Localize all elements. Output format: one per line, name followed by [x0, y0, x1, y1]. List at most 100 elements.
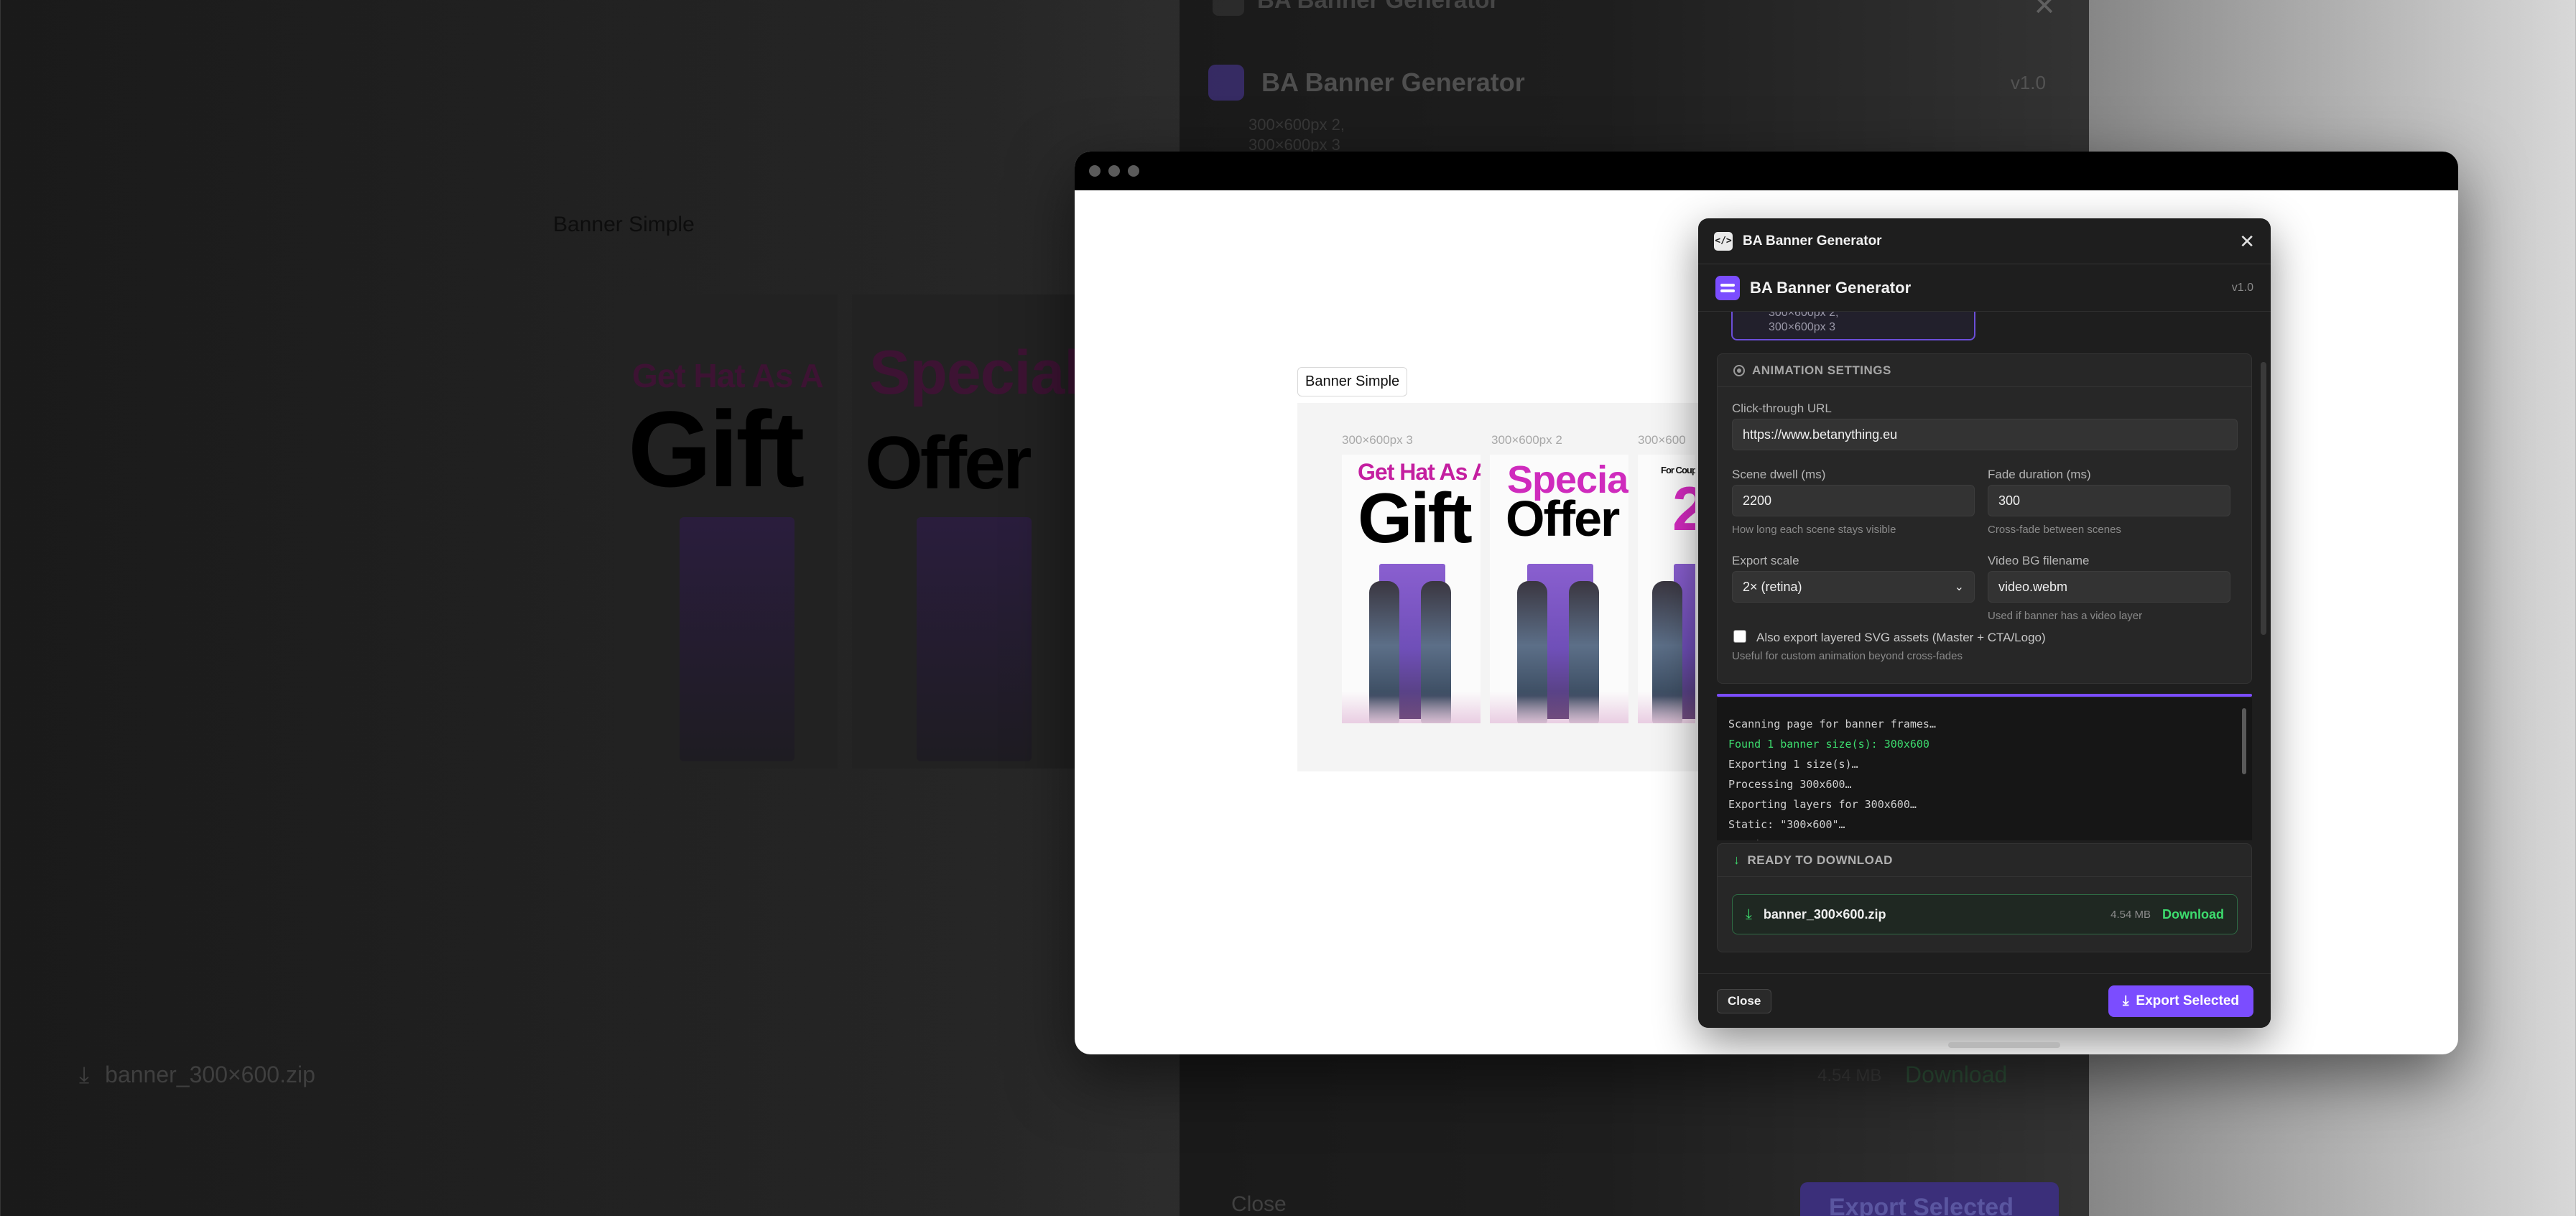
svg-assets-help: Useful for custom animation beyond cross…	[1732, 650, 1963, 662]
close-button[interactable]: Close	[1717, 988, 1772, 1013]
export-selected-button[interactable]: ⤓ Export Selected	[2108, 985, 2253, 1017]
svg-assets-checkbox[interactable]	[1733, 630, 1746, 643]
export-selected-label: Export Selected	[2136, 993, 2239, 1008]
banner-big-word: Offer	[1506, 491, 1620, 547]
log-scrollbar[interactable]	[2242, 708, 2246, 774]
scene-dwell-label: Scene dwell (ms)	[1732, 468, 1826, 481]
log-line: Exporting 1 size(s)…	[1728, 758, 1858, 771]
plugin-footer: Close ⤓ Export Selected	[1698, 973, 2271, 1028]
banner-floor-graphic	[1638, 692, 1695, 723]
background-plugin-header: BA Banner Generator	[1208, 65, 1525, 101]
animation-settings-header[interactable]: ANIMATION SETTINGS	[1718, 354, 2251, 387]
video-bg-help: Used if banner has a video layer	[1988, 610, 2143, 622]
code-icon: </>	[1714, 231, 1733, 251]
download-file-size: 4.54 MB	[2111, 908, 2151, 921]
background-export-button: Export Selected	[1800, 1182, 2059, 1216]
download-link[interactable]: Download	[2162, 907, 2224, 922]
plugin-scroll-body[interactable]: 300×600px 2, 300×600px 3 ANIMATION SETTI…	[1698, 312, 2271, 973]
close-icon[interactable]: ✕	[2239, 232, 2255, 251]
video-bg-label: Video BG filename	[1988, 554, 2090, 567]
plugin-logo-icon	[1715, 275, 1740, 300]
plugin-header-title: BA Banner Generator	[1750, 278, 1912, 297]
ready-to-download-title: READY TO DOWNLOAD	[1747, 853, 1893, 867]
settings-icon	[1733, 364, 1745, 376]
background-banner-headline: Special	[869, 338, 1081, 407]
canvas-frame[interactable]: 300×600px 3 300×600px 2 300×600 Get Hat …	[1297, 403, 1743, 771]
fade-duration-help: Cross-fade between scenes	[1988, 524, 2121, 536]
banner-floor-graphic	[1490, 692, 1628, 723]
window-zoom-dot[interactable]	[1128, 165, 1139, 177]
background-file-row: ⤓ banner_300×600.zip	[79, 1062, 315, 1089]
log-line: Scanning page for banner frames…	[1728, 718, 1936, 730]
fade-duration-input[interactable]	[1988, 485, 2230, 516]
background-close-icon: ✕	[2033, 0, 2056, 22]
animation-settings-section: ANIMATION SETTINGS Click-through URL Sce…	[1717, 353, 2252, 684]
background-download-icon: ⤓	[79, 1062, 90, 1087]
ready-to-download-section: ↓ READY TO DOWNLOAD ⤓ banner_300×600.zip…	[1717, 843, 2252, 952]
banner-preview[interactable]: Special Offer	[1490, 455, 1628, 723]
chevron-down-icon: ⌄	[1954, 581, 1964, 593]
download-icon: ⤓	[1746, 906, 1752, 922]
click-url-input[interactable]	[1732, 419, 2238, 450]
background-banner-title: Banner Simple	[553, 213, 695, 236]
download-file-name: banner_300×600.zip	[1763, 906, 1886, 922]
plugin-scrollbar[interactable]	[2261, 362, 2266, 635]
size-selection-card[interactable]: 300×600px 2, 300×600px 3	[1731, 312, 1975, 340]
background-banner-photo	[917, 517, 1032, 761]
window-minimize-dot[interactable]	[1108, 165, 1120, 177]
frame-size-label: 300×600	[1638, 433, 1686, 447]
window-close-dot[interactable]	[1089, 165, 1101, 177]
background-plugin-title-row: BA Banner Generator	[1213, 0, 1498, 16]
log-line-success: Found 1 banner size(s): 300x600	[1728, 738, 1929, 751]
banner-big-word: 2	[1672, 475, 1695, 544]
frame-size-label: 300×600px 3	[1342, 433, 1413, 447]
background-plugin-version: v1.0	[2010, 72, 2046, 93]
background-banner-big-word: Gift	[628, 389, 805, 509]
background-banner-card: Special Offer	[852, 294, 1081, 769]
plugin-window-title: BA Banner Generator	[1743, 233, 1882, 249]
scene-dwell-input[interactable]	[1732, 485, 1975, 516]
banner-big-word: Gift	[1358, 478, 1473, 557]
log-line: Processing 300x600…	[1728, 778, 1852, 791]
export-scale-select[interactable]: 2× (retina) ⌄	[1732, 571, 1975, 603]
banner-preview[interactable]: For Coup 2	[1638, 455, 1695, 723]
background-size-list: 300×600px 2, 300×600px 3	[1248, 115, 1345, 155]
click-url-label: Click-through URL	[1732, 402, 1832, 415]
export-log: Scanning page for banner frames… Found 1…	[1717, 698, 2252, 840]
app-window: Banner Simple 300×600px 3 300×600px 2 30…	[1075, 152, 2458, 1054]
animation-settings-title: ANIMATION SETTINGS	[1752, 363, 1891, 377]
background-file-name: banner_300×600.zip	[105, 1062, 315, 1087]
background-plugin-logo	[1208, 65, 1244, 101]
banner-preview[interactable]: Get Hat As A Gift	[1342, 455, 1481, 723]
export-download-icon: ⤓	[2122, 993, 2129, 1008]
log-line: Static: "300×600"…	[1728, 818, 1845, 831]
download-file-row[interactable]: ⤓ banner_300×600.zip 4.54 MB Download	[1732, 894, 2238, 934]
background-banner-big-word: Offer	[865, 422, 1032, 505]
background-file-size: 4.54 MB	[1817, 1066, 1882, 1085]
window-titlebar	[1075, 152, 2458, 190]
size-option: 300×600px 3	[1769, 321, 1835, 333]
plugin-titlebar: </> BA Banner Generator ✕	[1698, 218, 2271, 264]
video-bg-input[interactable]	[1988, 571, 2230, 603]
size-option: 300×600px 2,	[1769, 312, 1839, 319]
background-banner-photo	[680, 517, 794, 761]
plugin-panel: </> BA Banner Generator ✕ BA Banner Gene…	[1698, 218, 2271, 1028]
log-line: Exporting layers for 300x600…	[1728, 798, 1917, 811]
plugin-header: BA Banner Generator v1.0	[1698, 264, 2271, 312]
svg-assets-checkbox-label[interactable]: Also export layered SVG assets (Master +…	[1756, 631, 2046, 645]
ready-to-download-header: ↓ READY TO DOWNLOAD	[1718, 844, 2251, 877]
fade-duration-label: Fade duration (ms)	[1988, 468, 2091, 481]
banner-headline: For Coup	[1661, 465, 1695, 475]
background-plugin-title: BA Banner Generator	[1257, 0, 1498, 14]
background-banner-card: Get Hat As A Gift	[615, 294, 838, 769]
background-size-item: 300×600px 2,	[1248, 116, 1345, 134]
background-plugin-header-title: BA Banner Generator	[1261, 68, 1525, 97]
background-download-link: Download	[1905, 1062, 2008, 1087]
window-resize-handle[interactable]	[1948, 1042, 2060, 1048]
banner-floor-graphic	[1342, 692, 1481, 723]
progress-accent-bar	[1717, 694, 2252, 697]
plugin-version: v1.0	[2231, 281, 2253, 294]
canvas-frame-label[interactable]: Banner Simple	[1297, 367, 1408, 396]
background-close-button: Close	[1231, 1192, 1287, 1216]
frame-size-label: 300×600px 2	[1491, 433, 1562, 447]
